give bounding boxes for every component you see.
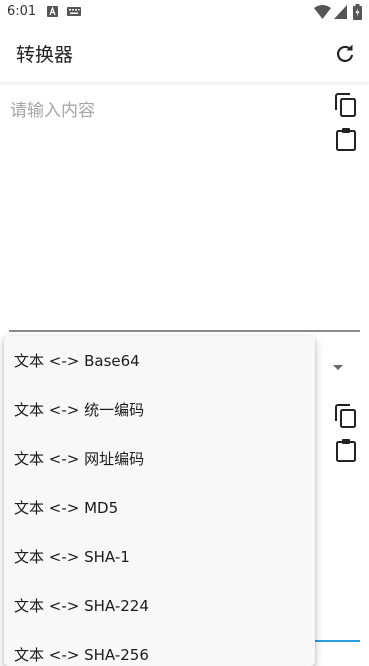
menu-item-unicode[interactable]: 文本 <-> 统一编码 [4, 385, 315, 434]
refresh-button[interactable] [330, 39, 360, 69]
keyboard-icon [67, 7, 81, 16]
copy-icon [335, 404, 356, 428]
menu-item-label: 文本 <-> SHA-256 [14, 646, 149, 664]
output-copy-button[interactable] [332, 402, 360, 430]
signal-icon [334, 5, 347, 19]
battery-icon [353, 4, 362, 20]
menu-item-label: 文本 <-> 统一编码 [14, 401, 145, 419]
android-notification-icon [47, 6, 58, 17]
menu-item-sha256[interactable]: 文本 <-> SHA-256 [4, 630, 315, 666]
menu-item-label: 文本 <-> Base64 [14, 352, 140, 370]
status-time: 6:01 [7, 4, 37, 19]
menu-item-sha1[interactable]: 文本 <-> SHA-1 [4, 532, 315, 581]
menu-item-label: 文本 <-> 网址编码 [14, 450, 145, 468]
menu-item-sha224[interactable]: 文本 <-> SHA-224 [4, 581, 315, 630]
refresh-icon [336, 44, 354, 62]
status-bar: 6:01 [0, 0, 369, 26]
menu-item-label: 文本 <-> MD5 [14, 499, 119, 517]
copy-button[interactable] [332, 91, 360, 119]
input-field[interactable] [10, 96, 325, 326]
dropdown-arrow-icon[interactable] [333, 365, 343, 370]
menu-item-label: 文本 <-> SHA-1 [14, 548, 130, 566]
menu-item-base64[interactable]: 文本 <-> Base64 [4, 336, 315, 385]
menu-item-md5[interactable]: 文本 <-> MD5 [4, 483, 315, 532]
input-underline [9, 330, 360, 332]
output-paste-button[interactable] [332, 436, 360, 464]
conversion-type-menu: 文本 <-> Base64 文本 <-> 统一编码 文本 <-> 网址编码 文本… [4, 336, 315, 666]
clipboard-icon [336, 439, 356, 462]
paste-button[interactable] [332, 125, 360, 153]
copy-icon [335, 93, 356, 117]
page-title: 转换器 [16, 44, 74, 66]
clipboard-icon [336, 128, 356, 151]
menu-item-label: 文本 <-> SHA-224 [14, 597, 149, 615]
wifi-icon [314, 5, 331, 19]
app-bar: 转换器 [0, 26, 369, 82]
menu-item-url-encode[interactable]: 文本 <-> 网址编码 [4, 434, 315, 483]
output-underline [314, 640, 360, 642]
